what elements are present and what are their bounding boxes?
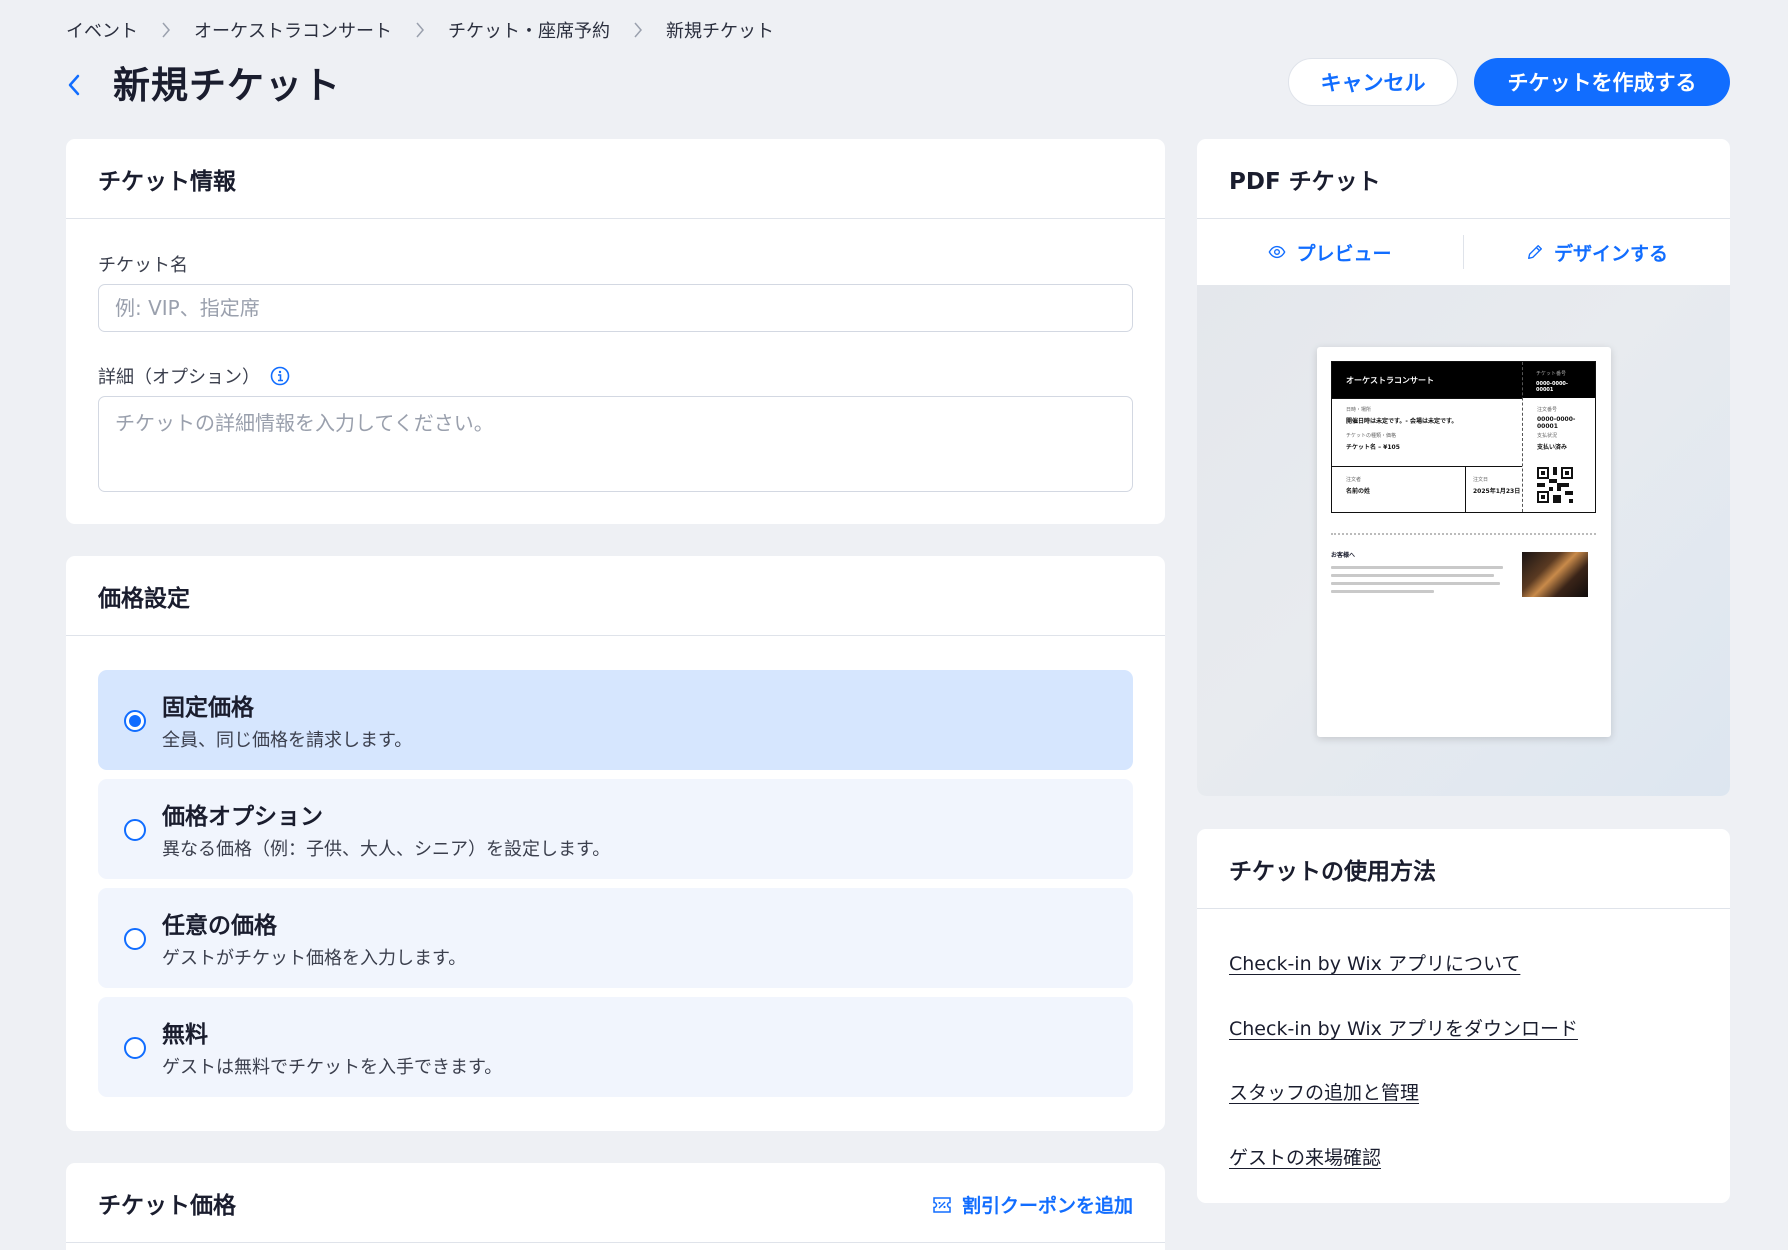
details-placeholder: チケットの詳細情報を入力してください。 [115, 411, 494, 435]
link-download-checkin-app[interactable]: Check-in by Wix アプリをダウンロード [1229, 1014, 1578, 1041]
datetime-value: 開催日時は未定です。- 会場は未定です。 [1346, 418, 1458, 425]
details-label: 詳細（オプション） [98, 363, 290, 389]
radio-button[interactable] [124, 819, 146, 841]
option-description: ゲストがチケット価格を入力します。 [162, 948, 467, 969]
page-title: 新規チケット [113, 64, 341, 107]
order-date: 2025年1月23日 [1473, 488, 1521, 495]
ticket-info-title: チケット情報 [66, 139, 1165, 219]
type-value: チケット名 – ¥105 [1346, 444, 1400, 451]
design-label: デザインする [1553, 242, 1668, 265]
ticket-info-card: チケット情報 チケット名 例: VIP、指定席 詳細（オプション） チケットの詳… [66, 139, 1165, 524]
chevron-right-icon [610, 21, 666, 39]
pricing-card: 価格設定 固定価格 全員、同じ価格を請求します。 価格オプション 異なる価格（例… [66, 556, 1165, 1131]
link-guest-checkin[interactable]: ゲストの来場確認 [1229, 1143, 1381, 1170]
coupon-icon [933, 1196, 951, 1213]
option-title: 価格オプション [162, 804, 323, 830]
pricing-title: 価格設定 [66, 556, 1165, 636]
pdf-actions: プレビュー デザインする [1197, 219, 1730, 285]
divider [1332, 398, 1522, 399]
pricing-option-guest[interactable]: 任意の価格 ゲストがチケット価格を入力します。 [98, 888, 1133, 988]
ticket-perforation [1522, 362, 1523, 512]
datetime-label: 日時・場所 [1346, 407, 1372, 413]
radio-button[interactable] [124, 710, 146, 732]
breadcrumb-item-event[interactable]: オーケストラコンサート [194, 17, 392, 43]
option-description: 異なる価格（例：子供、大人、シニア）を設定します。 [162, 839, 611, 860]
ticket-number: 0000-0000-00001 [1536, 381, 1568, 393]
option-description: ゲストは無料でチケットを入手できます。 [162, 1057, 503, 1078]
ticket-name-placeholder: 例: VIP、指定席 [115, 296, 260, 320]
option-title: 固定価格 [162, 695, 254, 721]
radio-button[interactable] [124, 1037, 146, 1059]
radio-button[interactable] [124, 928, 146, 950]
option-description: 全員、同じ価格を請求します。 [162, 730, 413, 751]
ticket-frame: オーケストラコンサート チケット番号 0000-0000-00001 日時・場所… [1331, 361, 1596, 513]
event-photo [1522, 552, 1588, 597]
order-number: 0000-0000-00001 [1537, 416, 1576, 430]
create-ticket-button[interactable]: チケットを作成する [1474, 58, 1730, 106]
pdf-ticket-title: PDF チケット [1197, 139, 1730, 219]
back-arrow-icon[interactable] [64, 70, 84, 100]
ticket-event-name: オーケストラコンサート [1332, 362, 1522, 398]
pricing-option-tiers[interactable]: 価格オプション 異なる価格（例：子供、大人、シニア）を設定します。 [98, 779, 1133, 879]
ticket-name-label: チケット名 [98, 251, 188, 277]
note-title: お客様へ [1331, 552, 1356, 559]
chevron-right-icon [138, 21, 194, 39]
option-title: 無料 [162, 1022, 208, 1048]
order-number-label: 注文番号 [1537, 407, 1558, 413]
payment-label: 支払状況 [1537, 433, 1558, 439]
chevron-right-icon [392, 21, 448, 39]
pdf-preview-area: オーケストラコンサート チケット番号 0000-0000-00001 日時・場所… [1197, 285, 1730, 796]
breadcrumb-item-events[interactable]: イベント [66, 17, 138, 43]
details-textarea[interactable]: チケットの詳細情報を入力してください。 [98, 396, 1133, 492]
ticket-number-label: チケット番号 [1536, 371, 1567, 377]
link-about-checkin-app[interactable]: Check-in by Wix アプリについて [1229, 949, 1520, 976]
breadcrumb-item-tickets[interactable]: チケット・座席予約 [448, 17, 610, 43]
option-title: 任意の価格 [162, 913, 277, 939]
ticket-price-card: チケット価格 割引クーポンを追加 [66, 1163, 1165, 1250]
cancel-button[interactable]: キャンセル [1288, 58, 1458, 106]
payment-value: 支払い済み [1537, 444, 1568, 451]
pencil-icon [1528, 245, 1542, 259]
qr-code-icon [1537, 467, 1573, 503]
ticket-number-block: チケット番号 0000-0000-00001 [1522, 362, 1595, 398]
buyer-value: 名前の姓 [1346, 488, 1371, 495]
breadcrumb-item-current: 新規チケット [666, 21, 774, 42]
link-manage-staff[interactable]: スタッフの追加と管理 [1229, 1078, 1419, 1105]
add-coupon-button[interactable]: 割引クーポンを追加 [932, 1191, 1133, 1218]
design-button[interactable]: デザインする [1464, 239, 1730, 266]
details-label-text: 詳細（オプション） [98, 367, 260, 388]
eye-icon [1269, 245, 1286, 259]
divider [1332, 466, 1522, 467]
preview-label: プレビュー [1296, 242, 1392, 265]
buyer-label: 注文者 [1346, 477, 1362, 483]
add-coupon-label: 割引クーポンを追加 [961, 1195, 1133, 1217]
pdf-ticket-card: PDF チケット プレビュー デザインする オーケストラコンサート チケット番号… [1197, 139, 1730, 796]
ticket-preview-thumbnail: オーケストラコンサート チケット番号 0000-0000-00001 日時・場所… [1317, 347, 1611, 737]
ticket-usage-title: チケットの使用方法 [1197, 829, 1730, 909]
pricing-option-free[interactable]: 無料 ゲストは無料でチケットを入手できます。 [98, 997, 1133, 1097]
pricing-option-fixed[interactable]: 固定価格 全員、同じ価格を請求します。 [98, 670, 1133, 770]
divider [1331, 533, 1596, 535]
ticket-name-input[interactable]: 例: VIP、指定席 [98, 284, 1133, 332]
ticket-usage-card: チケットの使用方法 Check-in by Wix アプリについて Check-… [1197, 829, 1730, 1203]
preview-button[interactable]: プレビュー [1197, 239, 1463, 266]
divider [1465, 466, 1466, 512]
ticket-name-label-text: チケット名 [98, 255, 188, 276]
order-date-label: 注文日 [1473, 477, 1489, 483]
info-icon[interactable] [270, 366, 290, 386]
note-text-placeholder [1331, 566, 1503, 598]
type-label: チケットの種類・価格 [1346, 433, 1397, 439]
breadcrumb: イベント オーケストラコンサート チケット・座席予約 新規チケット [66, 17, 774, 43]
